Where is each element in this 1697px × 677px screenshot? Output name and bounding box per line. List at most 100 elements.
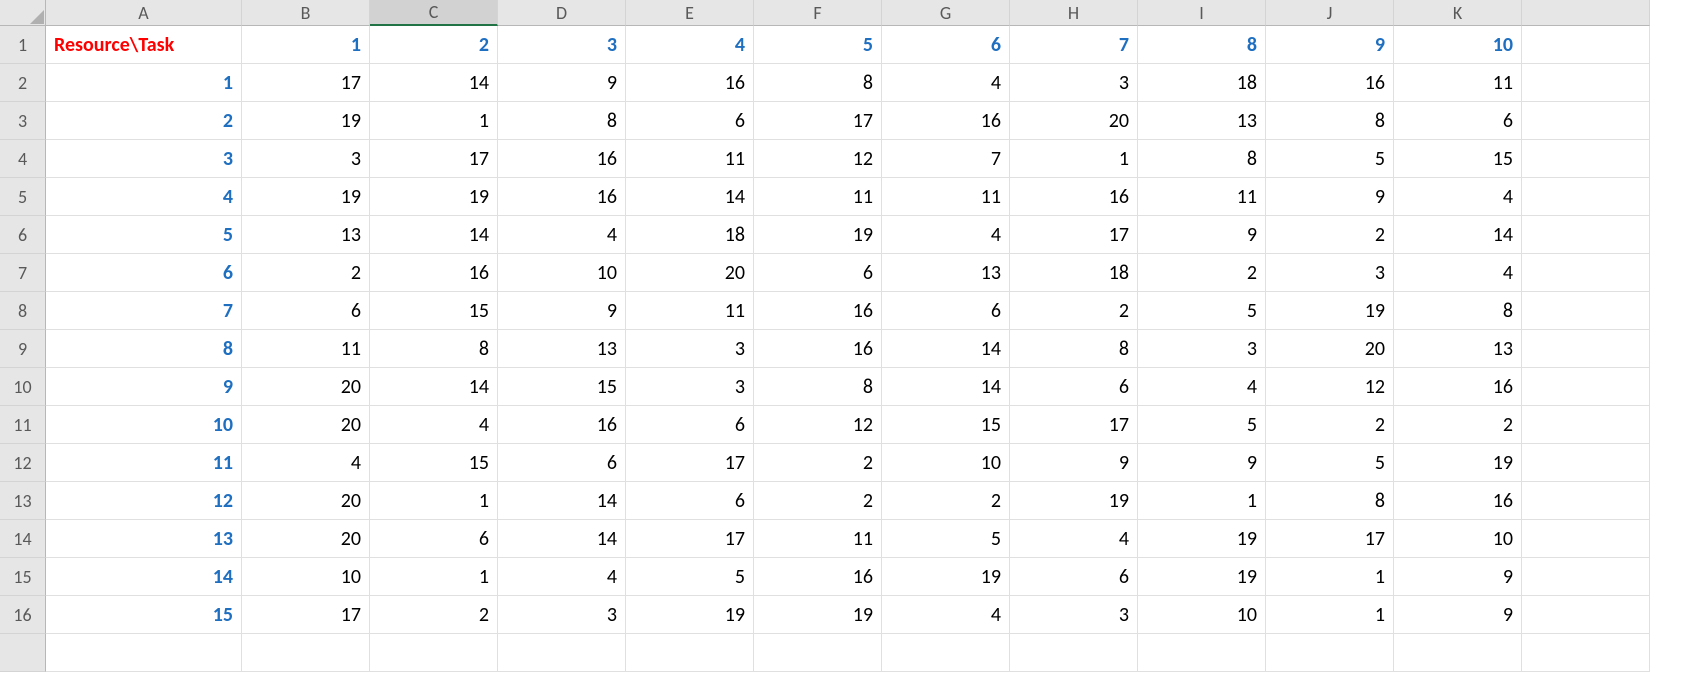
data-cell[interactable]: 6 <box>626 482 754 520</box>
data-cell[interactable]: 19 <box>1138 520 1266 558</box>
empty-cell[interactable] <box>1522 140 1650 178</box>
data-cell[interactable]: 8 <box>1266 482 1394 520</box>
row-header-10[interactable]: 10 <box>0 368 46 406</box>
data-cell[interactable]: 16 <box>498 406 626 444</box>
data-cell[interactable]: 4 <box>1394 254 1522 292</box>
data-cell[interactable]: 19 <box>626 596 754 634</box>
data-cell[interactable]: 13 <box>1138 102 1266 140</box>
data-cell[interactable]: 12 <box>1266 368 1394 406</box>
resource-label-13[interactable]: 13 <box>46 520 242 558</box>
data-cell[interactable]: 20 <box>242 406 370 444</box>
data-cell[interactable]: 16 <box>498 178 626 216</box>
data-cell[interactable]: 13 <box>1394 330 1522 368</box>
data-cell[interactable]: 15 <box>498 368 626 406</box>
resource-label-14[interactable]: 14 <box>46 558 242 596</box>
data-cell[interactable]: 19 <box>754 596 882 634</box>
data-cell[interactable]: 4 <box>1394 178 1522 216</box>
data-cell[interactable]: 11 <box>626 292 754 330</box>
data-cell[interactable]: 3 <box>1266 254 1394 292</box>
row-header-8[interactable]: 8 <box>0 292 46 330</box>
data-cell[interactable]: 14 <box>370 64 498 102</box>
data-cell[interactable]: 19 <box>1266 292 1394 330</box>
data-cell[interactable]: 14 <box>370 216 498 254</box>
column-header-C[interactable]: C <box>370 0 498 26</box>
data-cell[interactable]: 16 <box>1266 64 1394 102</box>
data-cell[interactable]: 10 <box>498 254 626 292</box>
empty-cell[interactable] <box>1522 368 1650 406</box>
column-header-F[interactable]: F <box>754 0 882 26</box>
resource-label-4[interactable]: 4 <box>46 178 242 216</box>
data-cell[interactable]: 9 <box>1394 558 1522 596</box>
task-header-5[interactable]: 5 <box>754 26 882 64</box>
empty-cell[interactable] <box>1138 634 1266 672</box>
data-cell[interactable]: 11 <box>754 178 882 216</box>
data-cell[interactable]: 4 <box>1010 520 1138 558</box>
data-cell[interactable]: 8 <box>498 102 626 140</box>
data-cell[interactable]: 14 <box>882 330 1010 368</box>
data-cell[interactable]: 6 <box>242 292 370 330</box>
data-cell[interactable]: 6 <box>1010 558 1138 596</box>
empty-cell[interactable] <box>1266 634 1394 672</box>
data-cell[interactable]: 17 <box>370 140 498 178</box>
empty-cell[interactable] <box>1522 482 1650 520</box>
data-cell[interactable]: 8 <box>754 64 882 102</box>
data-cell[interactable]: 16 <box>754 292 882 330</box>
resource-label-8[interactable]: 8 <box>46 330 242 368</box>
data-cell[interactable]: 11 <box>242 330 370 368</box>
data-cell[interactable]: 3 <box>1138 330 1266 368</box>
empty-cell[interactable] <box>882 634 1010 672</box>
data-cell[interactable]: 8 <box>1010 330 1138 368</box>
data-cell[interactable]: 3 <box>626 330 754 368</box>
empty-cell[interactable] <box>626 634 754 672</box>
resource-label-11[interactable]: 11 <box>46 444 242 482</box>
data-cell[interactable]: 17 <box>1010 216 1138 254</box>
resource-label-7[interactable]: 7 <box>46 292 242 330</box>
data-cell[interactable]: 2 <box>1266 216 1394 254</box>
task-header-3[interactable]: 3 <box>498 26 626 64</box>
empty-cell[interactable] <box>754 634 882 672</box>
empty-cell[interactable] <box>1522 444 1650 482</box>
data-cell[interactable]: 19 <box>1138 558 1266 596</box>
data-cell[interactable]: 17 <box>1266 520 1394 558</box>
data-cell[interactable]: 16 <box>754 330 882 368</box>
data-cell[interactable]: 2 <box>754 482 882 520</box>
column-header-E[interactable]: E <box>626 0 754 26</box>
data-cell[interactable]: 15 <box>370 292 498 330</box>
data-cell[interactable]: 19 <box>1394 444 1522 482</box>
data-cell[interactable]: 17 <box>1010 406 1138 444</box>
data-cell[interactable]: 9 <box>1138 216 1266 254</box>
data-cell[interactable]: 3 <box>626 368 754 406</box>
data-cell[interactable]: 3 <box>1010 596 1138 634</box>
data-cell[interactable]: 5 <box>882 520 1010 558</box>
data-cell[interactable]: 20 <box>1266 330 1394 368</box>
data-cell[interactable]: 17 <box>626 444 754 482</box>
data-cell[interactable]: 20 <box>1010 102 1138 140</box>
data-cell[interactable]: 10 <box>882 444 1010 482</box>
row-header-5[interactable]: 5 <box>0 178 46 216</box>
data-cell[interactable]: 17 <box>242 596 370 634</box>
corner-label[interactable]: Resource\Task <box>46 26 242 64</box>
data-cell[interactable]: 15 <box>1394 140 1522 178</box>
data-cell[interactable]: 16 <box>1394 482 1522 520</box>
data-cell[interactable]: 6 <box>626 102 754 140</box>
data-cell[interactable]: 19 <box>242 178 370 216</box>
data-cell[interactable]: 6 <box>882 292 1010 330</box>
data-cell[interactable]: 1 <box>1266 596 1394 634</box>
data-cell[interactable]: 14 <box>498 482 626 520</box>
data-cell[interactable]: 19 <box>754 216 882 254</box>
empty-cell[interactable] <box>46 634 242 672</box>
data-cell[interactable]: 16 <box>498 140 626 178</box>
data-cell[interactable]: 4 <box>882 216 1010 254</box>
data-cell[interactable]: 5 <box>1138 406 1266 444</box>
empty-cell[interactable] <box>1522 254 1650 292</box>
data-cell[interactable]: 9 <box>498 292 626 330</box>
data-cell[interactable]: 4 <box>882 64 1010 102</box>
data-cell[interactable]: 8 <box>370 330 498 368</box>
data-cell[interactable]: 3 <box>242 140 370 178</box>
empty-cell[interactable] <box>1522 26 1650 64</box>
row-header-15[interactable]: 15 <box>0 558 46 596</box>
data-cell[interactable]: 4 <box>370 406 498 444</box>
data-cell[interactable]: 9 <box>498 64 626 102</box>
data-cell[interactable]: 2 <box>1266 406 1394 444</box>
data-cell[interactable]: 15 <box>370 444 498 482</box>
